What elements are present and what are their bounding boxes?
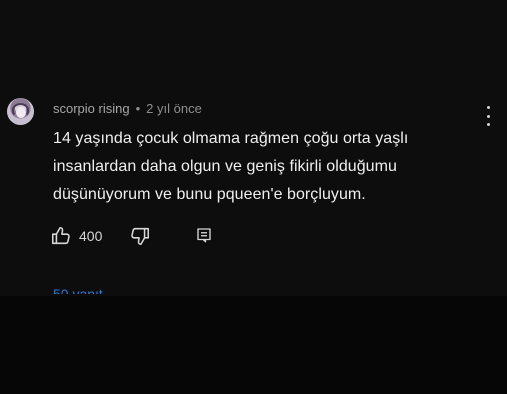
avatar-face: [16, 107, 26, 118]
thumbs-down-icon: [129, 225, 151, 247]
like-count: 400: [79, 228, 103, 244]
thumbs-up-icon: [50, 225, 72, 247]
comment-line: insanlardan daha olgun ve geniş fikirli …: [53, 158, 397, 175]
like-button[interactable]: 400: [50, 225, 102, 247]
comment-line: düşünüyorum ve bunu pqueen'e borçluyum.: [53, 186, 366, 203]
comment-panel: scorpio rising • 2 yıl önce 14 yaşında ç…: [0, 0, 507, 296]
avatar[interactable]: [7, 98, 34, 125]
more-vertical-icon: [486, 106, 490, 109]
comment-text: 14 yaşında çocuk olmama rağmen çoğu orta…: [53, 125, 478, 209]
reply-button[interactable]: [195, 226, 213, 244]
comment-time[interactable]: 2 yıl önce: [146, 101, 202, 116]
author-name[interactable]: scorpio rising: [53, 101, 130, 116]
more-vertical-icon: [486, 123, 490, 126]
dislike-button[interactable]: [129, 225, 151, 247]
meta-separator: •: [135, 100, 141, 116]
blank-lower-area: [0, 296, 507, 394]
more-vertical-icon: [486, 114, 490, 118]
more-options-button[interactable]: [482, 106, 494, 126]
comment-meta: scorpio rising • 2 yıl önce: [53, 99, 202, 117]
comment-screen: scorpio rising • 2 yıl önce 14 yaşında ç…: [0, 0, 507, 394]
comment-actions: 400: [50, 223, 230, 249]
reply-icon: [195, 226, 213, 244]
replies-link[interactable]: 50 yanıt: [53, 286, 103, 294]
comment-line: 14 yaşında çocuk olmama rağmen çoğu orta…: [53, 130, 409, 147]
